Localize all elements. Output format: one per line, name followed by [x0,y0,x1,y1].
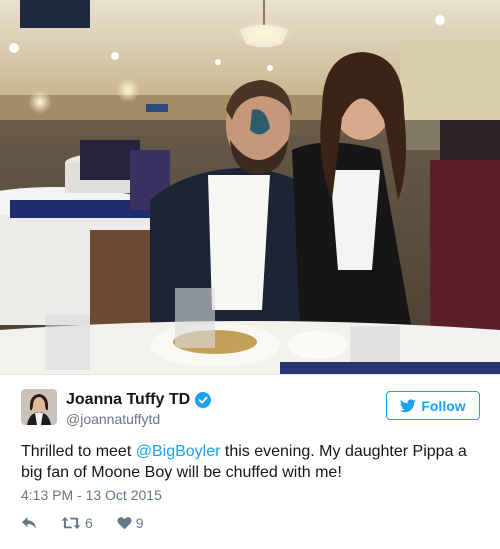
author-name[interactable]: Joanna Tuffy TD [66,391,190,409]
avatar-image [21,389,57,425]
follow-label: Follow [421,397,466,414]
tweet-text-part-1: Thrilled to meet [21,443,136,460]
heart-icon [117,517,132,530]
retweet-button[interactable]: 6 [61,515,93,531]
like-button[interactable]: 9 [117,515,144,531]
author-name-row: Joanna Tuffy TD [66,391,212,409]
reply-icon [22,517,36,529]
tweet-text: Thrilled to meet @BigBoyler this evening… [21,441,481,483]
avatar[interactable] [21,389,57,425]
tweet-actions: 6 9 [21,515,168,531]
tweet-timestamp[interactable]: 4:13 PM - 13 Oct 2015 [21,487,162,503]
retweet-count: 6 [85,515,93,531]
verified-badge-icon [195,392,212,408]
follow-button[interactable]: Follow [386,391,480,420]
tweet-photo-image [0,0,500,374]
author-handle[interactable]: @joannatuffytd [66,411,160,427]
tweet-photo[interactable] [0,0,500,374]
reply-button[interactable] [21,516,37,530]
retweet-icon [61,517,81,529]
twitter-bird-icon [400,398,417,412]
like-count: 9 [135,515,144,531]
tweet-card: Joanna Tuffy TD @joannatuffytd Follow Th… [0,0,500,549]
mention-link[interactable]: @BigBoyler [136,443,221,460]
